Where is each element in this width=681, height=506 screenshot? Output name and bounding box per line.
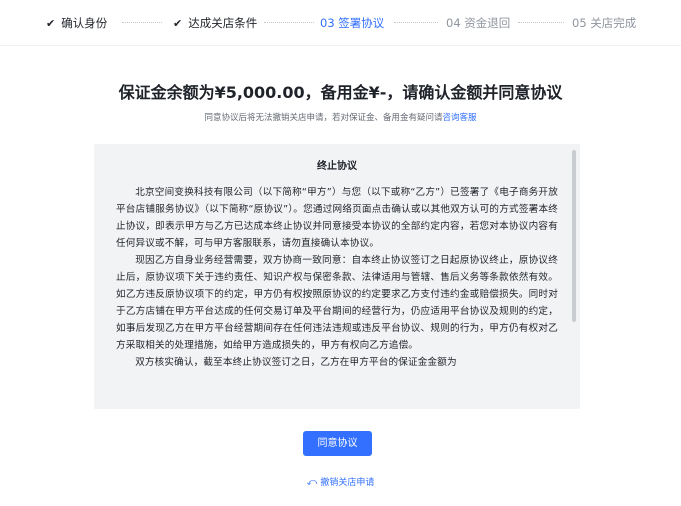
revoke-close-link[interactable]: ⤺ 撤销关店申请	[0, 477, 681, 489]
step-funds-return: 04 资金退回	[446, 15, 510, 31]
step-label: 04 资金退回	[446, 16, 511, 30]
agreement-paragraph: 双方核实确认，截至本终止协议签订之日，乙方在甲方平台的保证金金额为	[135, 357, 457, 368]
agreement-title: 终止协议	[317, 161, 357, 172]
step-label: 达成关店条件	[188, 16, 258, 30]
step-label: 05 关店完成	[572, 16, 637, 30]
agree-button[interactable]: 同意协议	[303, 431, 372, 456]
step-sign-agreement: 03 签署协议	[320, 15, 384, 31]
agreement-scrollbar[interactable]	[572, 150, 576, 322]
step-confirm-identity: ✔ 确认身份	[46, 15, 107, 32]
contact-support-link[interactable]: 咨询客服	[443, 113, 477, 123]
agreement-paragraph: 北京空间变换科技有限公司（以下简称“甲方”）与您（以下或称“乙方”）已签署了《电…	[116, 187, 558, 249]
agreement-scroll-panel[interactable]: 终止协议 北京空间变换科技有限公司（以下简称“甲方”）与您（以下或称“乙方”）已…	[94, 144, 580, 409]
page-title: 保证金余额为¥5,000.00，备用金¥-，请确认金额并同意协议	[118, 83, 563, 102]
step-progress-bar: ✔ 确认身份 ✔ 达成关店条件 03 签署协议 04 资金退回 05 关店完成	[0, 0, 681, 46]
step-close-complete: 05 关店完成	[572, 15, 636, 31]
step-connector	[264, 22, 314, 23]
revoke-label: 撤销关店申请	[320, 478, 375, 488]
check-icon: ✔	[173, 17, 183, 30]
agreement-fade-overlay	[94, 375, 580, 409]
step-label: 03 签署协议	[320, 16, 385, 30]
check-icon: ✔	[46, 17, 56, 30]
step-connector	[394, 22, 438, 23]
step-close-conditions: ✔ 达成关店条件	[173, 15, 257, 32]
undo-icon: ⤺	[306, 477, 318, 488]
step-connector	[518, 22, 564, 23]
agreement-paragraph: 现因乙方自身业务经营需要，双方协商一致同意：自本终止协议签订之日起原协议终止，原…	[116, 255, 558, 351]
subtitle-text: 同意协议后将无法撤销关店申请，若对保证金、备用金有疑问请	[204, 113, 443, 123]
page-subtitle: 同意协议后将无法撤销关店申请，若对保证金、备用金有疑问请咨询客服	[0, 112, 681, 124]
step-label: 确认身份	[61, 16, 108, 30]
step-connector	[122, 22, 162, 23]
